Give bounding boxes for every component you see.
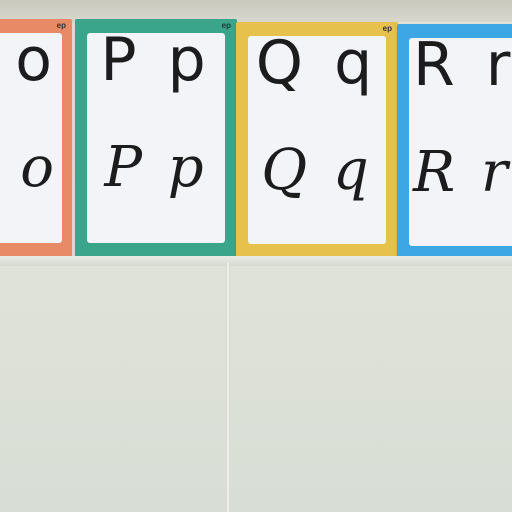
cursive-letters-o: o (20, 135, 58, 200)
print-letters-q: Q q (255, 28, 379, 98)
print-letters-r: R r (413, 30, 512, 100)
print-letters-p: P p (100, 25, 212, 95)
cursive-letters-p: P p (104, 135, 208, 200)
alphabet-card-r: R r R r (397, 24, 512, 260)
wall-panel-seam (226, 262, 230, 512)
wall-ledge (0, 256, 512, 266)
cursive-letters-q: Q q (261, 138, 373, 203)
alphabet-card-o: ep o o (0, 19, 72, 257)
cursive-letters-r: R r (413, 140, 512, 205)
alphabet-card-p: ep P p P p (75, 19, 237, 257)
print-letters-o: o (15, 25, 58, 95)
alphabet-card-q: ep Q q Q q (236, 22, 398, 258)
